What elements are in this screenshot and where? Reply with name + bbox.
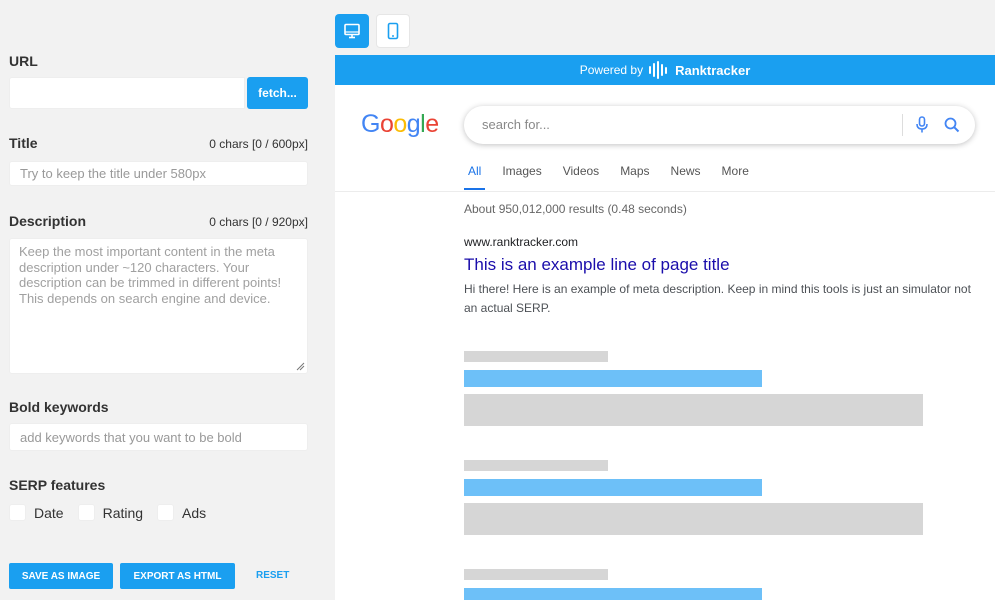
title-input[interactable]: Try to keep the title under 580px: [9, 161, 308, 186]
search-placeholder: search for...: [482, 117, 550, 132]
reset-button[interactable]: RESET: [256, 570, 289, 581]
ads-checkbox[interactable]: [157, 504, 175, 521]
description-label: Description: [9, 213, 87, 229]
feature-rating[interactable]: Rating: [77, 504, 144, 521]
description-textarea[interactable]: Keep the most important content in the m…: [9, 238, 308, 374]
description-char-count: 0 chars [0 / 920px]: [209, 215, 308, 229]
result-description: Hi there! Here is an example of meta des…: [464, 282, 971, 315]
feature-rating-label: Rating: [102, 504, 144, 521]
tabs-divider: [335, 191, 995, 192]
tab-all[interactable]: All: [468, 164, 481, 178]
title-char-count: 0 chars [0 / 600px]: [209, 137, 308, 151]
url-input[interactable]: [9, 77, 245, 109]
feature-ads[interactable]: Ads: [157, 504, 206, 521]
tab-news[interactable]: News: [671, 164, 701, 178]
ranktracker-name: Ranktracker: [675, 62, 751, 78]
serp-preview: Powered by Ranktracker Google search for…: [335, 55, 995, 600]
placeholder-url-bar: [464, 351, 608, 362]
tab-images[interactable]: Images: [502, 164, 541, 178]
feature-date-label: Date: [34, 504, 64, 521]
tab-more[interactable]: More: [722, 164, 749, 178]
mobile-icon: [387, 22, 399, 40]
placeholder-title-bar: [464, 479, 762, 496]
rating-checkbox[interactable]: [77, 504, 95, 521]
export-as-html-button[interactable]: EXPORT AS HTML: [120, 563, 235, 589]
date-checkbox[interactable]: [9, 504, 26, 521]
placeholder-url-bar: [464, 460, 608, 471]
feature-ads-label: Ads: [182, 504, 207, 521]
feature-date[interactable]: Date: [9, 504, 64, 521]
placeholder-description-block: [464, 503, 923, 535]
search-divider: [902, 114, 903, 136]
bold-keywords-input[interactable]: add keywords that you want to be bold: [9, 423, 308, 451]
placeholder-description-block: [464, 394, 923, 426]
title-label: Title: [9, 135, 38, 151]
search-tabs: All Images Videos Maps News More: [468, 164, 770, 178]
editor-panel: URL fetch... Title 0 chars [0 / 600px] T…: [0, 0, 318, 600]
tab-videos[interactable]: Videos: [563, 164, 599, 178]
serp-features-label: SERP features: [9, 477, 106, 493]
tab-maps[interactable]: Maps: [620, 164, 649, 178]
ranktracker-brand[interactable]: Ranktracker: [649, 61, 750, 79]
powered-by-bar: Powered by Ranktracker: [335, 55, 995, 85]
mobile-view-button[interactable]: [376, 14, 410, 48]
description-placeholder: Keep the most important content in the m…: [19, 244, 282, 306]
resize-grip-icon[interactable]: [296, 362, 305, 371]
save-as-image-button[interactable]: SAVE AS IMAGE: [9, 563, 113, 589]
microphone-icon[interactable]: [915, 116, 929, 134]
ranktracker-logo-icon: [649, 61, 669, 79]
placeholder-title-bar: [464, 588, 762, 600]
result-url[interactable]: www.ranktracker.com: [464, 235, 578, 249]
desktop-icon: [344, 23, 360, 39]
bold-keywords-label: Bold keywords: [9, 399, 109, 415]
results-stats: About 950,012,000 results (0.48 seconds): [464, 202, 687, 216]
fetch-button[interactable]: fetch...: [247, 77, 308, 109]
desktop-view-button[interactable]: [335, 14, 369, 48]
google-logo: Google: [361, 110, 439, 138]
search-icon[interactable]: [943, 116, 961, 134]
result-title[interactable]: This is an example line of page title: [464, 255, 730, 275]
powered-by-text: Powered by: [579, 63, 644, 77]
active-tab-indicator: [464, 188, 485, 190]
search-box[interactable]: search for...: [464, 106, 975, 144]
url-label: URL: [9, 53, 38, 69]
placeholder-title-bar: [464, 370, 762, 387]
placeholder-url-bar: [464, 569, 608, 580]
serp-features-options: Date Rating Ads: [9, 504, 220, 521]
